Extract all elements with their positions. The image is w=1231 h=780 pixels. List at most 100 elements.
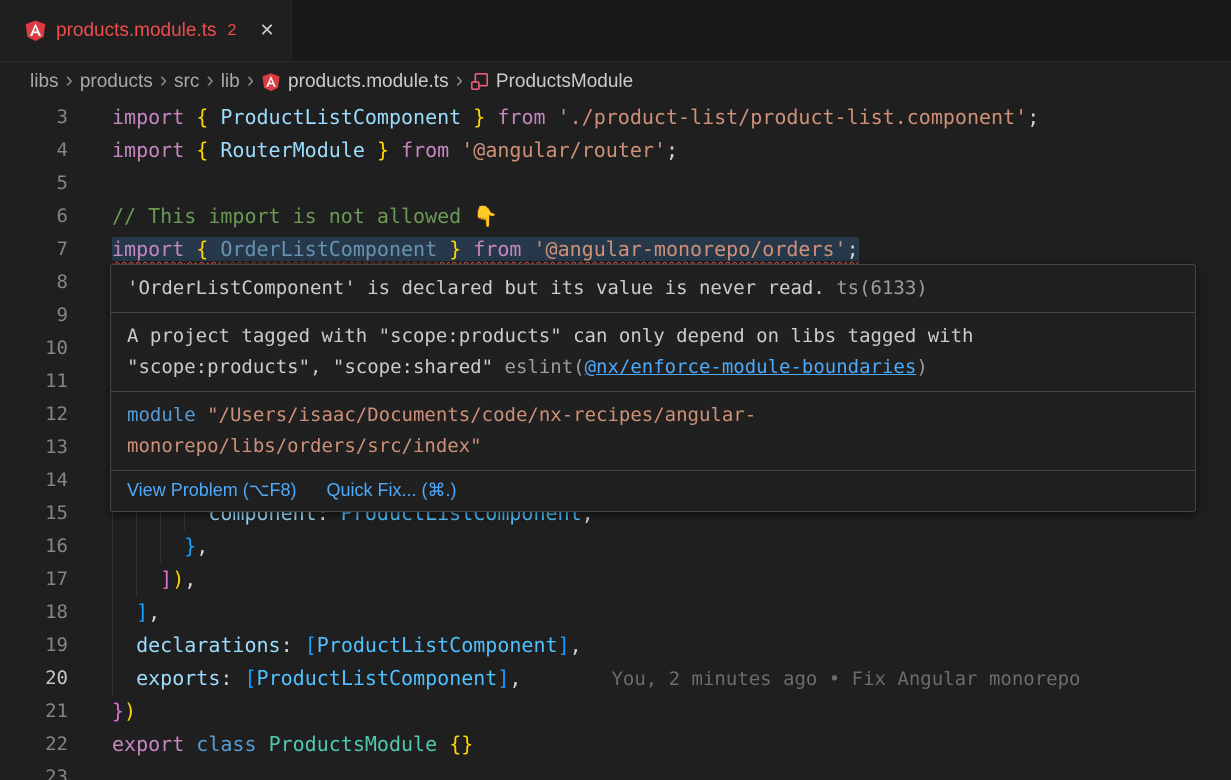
code-token: ProductListComponent	[220, 105, 461, 129]
code-token: }	[184, 534, 196, 558]
breadcrumb-item-products-module-ts[interactable]: products.module.ts	[261, 71, 449, 93]
indent-guide	[112, 563, 113, 596]
indent-guide	[136, 563, 137, 596]
code-token: export	[112, 732, 184, 756]
code-token	[461, 237, 473, 261]
line-number-17[interactable]: 17	[0, 563, 68, 596]
code-line-3[interactable]: 3import { ProductListComponent } from '.…	[0, 101, 1231, 134]
breadcrumb-item-src[interactable]: src	[174, 71, 199, 93]
line-number-23[interactable]: 23	[0, 761, 68, 780]
quick-fix-action[interactable]: Quick Fix... (⌘.)	[326, 480, 456, 501]
code-token: [	[244, 666, 256, 690]
line-number-7[interactable]: 7	[0, 233, 68, 266]
breadcrumb-separator: ›	[206, 69, 213, 94]
line-number-21[interactable]: 21	[0, 695, 68, 728]
eslint-rule-link[interactable]: @nx/enforce-module-boundaries	[585, 356, 917, 378]
code-line-4[interactable]: 4import { RouterModule } from '@angular/…	[0, 134, 1231, 167]
code-token: // This import is not allowed	[112, 204, 473, 228]
code-token: from	[401, 138, 449, 162]
code-token: ,	[196, 534, 208, 558]
line-number-3[interactable]: 3	[0, 101, 68, 134]
module-path-line1: "/Users/isaac/Documents/code/nx-recipes/…	[207, 404, 756, 426]
code-token: ]	[558, 633, 570, 657]
code-token: declarations	[136, 633, 281, 657]
line-number-12[interactable]: 12	[0, 398, 68, 431]
line-number-16[interactable]: 16	[0, 530, 68, 563]
code-line-7[interactable]: 7 import { OrderListComponent } from '@an…	[0, 233, 1231, 266]
code-line-23[interactable]: 23	[0, 761, 1231, 780]
error-hover-widget: 'OrderListComponent' is declared but its…	[110, 264, 1196, 512]
code-line-content: exports: [ProductListComponent],You, 2 m…	[68, 662, 1080, 696]
breadcrumb-item-lib[interactable]: lib	[221, 71, 240, 93]
code-token	[184, 105, 196, 129]
breadcrumb-label: libs	[30, 71, 59, 93]
code-token: ProductsModule	[269, 732, 438, 756]
code-token: [	[305, 633, 317, 657]
eslint-message-line2: "scope:products", "scope:shared"	[127, 356, 493, 378]
line-number-9[interactable]: 9	[0, 299, 68, 332]
code-line-content: declarations: [ProductListComponent],	[68, 629, 582, 662]
code-line-18[interactable]: 18 ],	[0, 596, 1231, 629]
line-number-5[interactable]: 5	[0, 167, 68, 200]
tab-products-module-ts[interactable]: products.module.ts 2 ✕	[0, 0, 292, 61]
breadcrumb-label: ProductsModule	[496, 71, 633, 93]
code-token: import	[112, 138, 184, 162]
code-token: ,	[148, 600, 160, 624]
line-number-11[interactable]: 11	[0, 365, 68, 398]
indent-guide	[136, 530, 137, 563]
code-token: import	[112, 237, 184, 261]
line-number-14[interactable]: 14	[0, 464, 68, 497]
git-blame-annotation: You, 2 minutes ago • Fix Angular monorep…	[521, 668, 1080, 690]
code-token: 👇	[473, 204, 498, 228]
code-line-21[interactable]: 21})	[0, 695, 1231, 728]
line-number-4[interactable]: 4	[0, 134, 68, 167]
breadcrumb-separator: ›	[456, 69, 463, 94]
code-token: ;	[666, 138, 678, 162]
line-number-13[interactable]: 13	[0, 431, 68, 464]
module-keyword: module	[127, 404, 196, 426]
code-token	[208, 105, 220, 129]
code-token: {	[196, 237, 208, 261]
breadcrumb-item-products[interactable]: products	[80, 71, 153, 93]
code-editor[interactable]: 3 import { ProductListComponent } from '.…	[0, 101, 1231, 780]
vscode-window: products.module.ts 2 ✕ libs › products › src…	[0, 0, 1231, 780]
line-number-10[interactable]: 10	[0, 332, 68, 365]
angular-file-icon	[24, 19, 47, 42]
code-token: './product-list/product-list.component'	[558, 105, 1028, 129]
code-token	[449, 138, 461, 162]
breadcrumb-item-libs[interactable]: libs	[30, 71, 59, 93]
view-problem-action[interactable]: View Problem (⌥F8)	[127, 480, 296, 501]
code-token: {}	[449, 732, 473, 756]
code-token: from	[473, 237, 521, 261]
code-token	[208, 237, 220, 261]
code-token	[112, 633, 136, 657]
line-number-19[interactable]: 19	[0, 629, 68, 662]
code-token: {	[196, 138, 208, 162]
code-line-22[interactable]: 22export class ProductsModule {}	[0, 728, 1231, 761]
line-number-20[interactable]: 20	[0, 662, 68, 695]
angular-icon	[261, 72, 281, 92]
breadcrumb-separator: ›	[66, 69, 73, 94]
code-line-20[interactable]: 20 exports: [ProductListComponent],You, …	[0, 662, 1231, 695]
line-number-18[interactable]: 18	[0, 596, 68, 629]
breadcrumb-item-productsmodule[interactable]: ProductsModule	[470, 71, 633, 93]
line-number-22[interactable]: 22	[0, 728, 68, 761]
code-line-19[interactable]: 19 declarations: [ProductListComponent],	[0, 629, 1231, 662]
code-line-17[interactable]: 17 ]),	[0, 563, 1231, 596]
code-token: OrderListComponent	[220, 237, 437, 261]
line-number-6[interactable]: 6	[0, 200, 68, 233]
hover-highlight-range: import { OrderListComponent } from '@ang…	[112, 237, 859, 261]
line-number-8[interactable]: 8	[0, 266, 68, 299]
code-token	[521, 237, 533, 261]
code-line-6[interactable]: 6 // This import is not allowed 👇	[0, 200, 1231, 233]
code-token: ;	[847, 237, 859, 261]
code-token: '@angular-monorepo/orders'	[534, 237, 847, 261]
line-number-15[interactable]: 15	[0, 497, 68, 530]
code-token: ProductListComponent	[257, 666, 498, 690]
code-line-16[interactable]: 16 },	[0, 530, 1231, 563]
hover-module-info: module "/Users/isaac/Documents/code/nx-r…	[111, 392, 1195, 471]
code-token	[389, 138, 401, 162]
code-line-5[interactable]: 5	[0, 167, 1231, 200]
tab-close-button[interactable]: ✕	[259, 20, 274, 41]
code-token: }	[473, 105, 485, 129]
